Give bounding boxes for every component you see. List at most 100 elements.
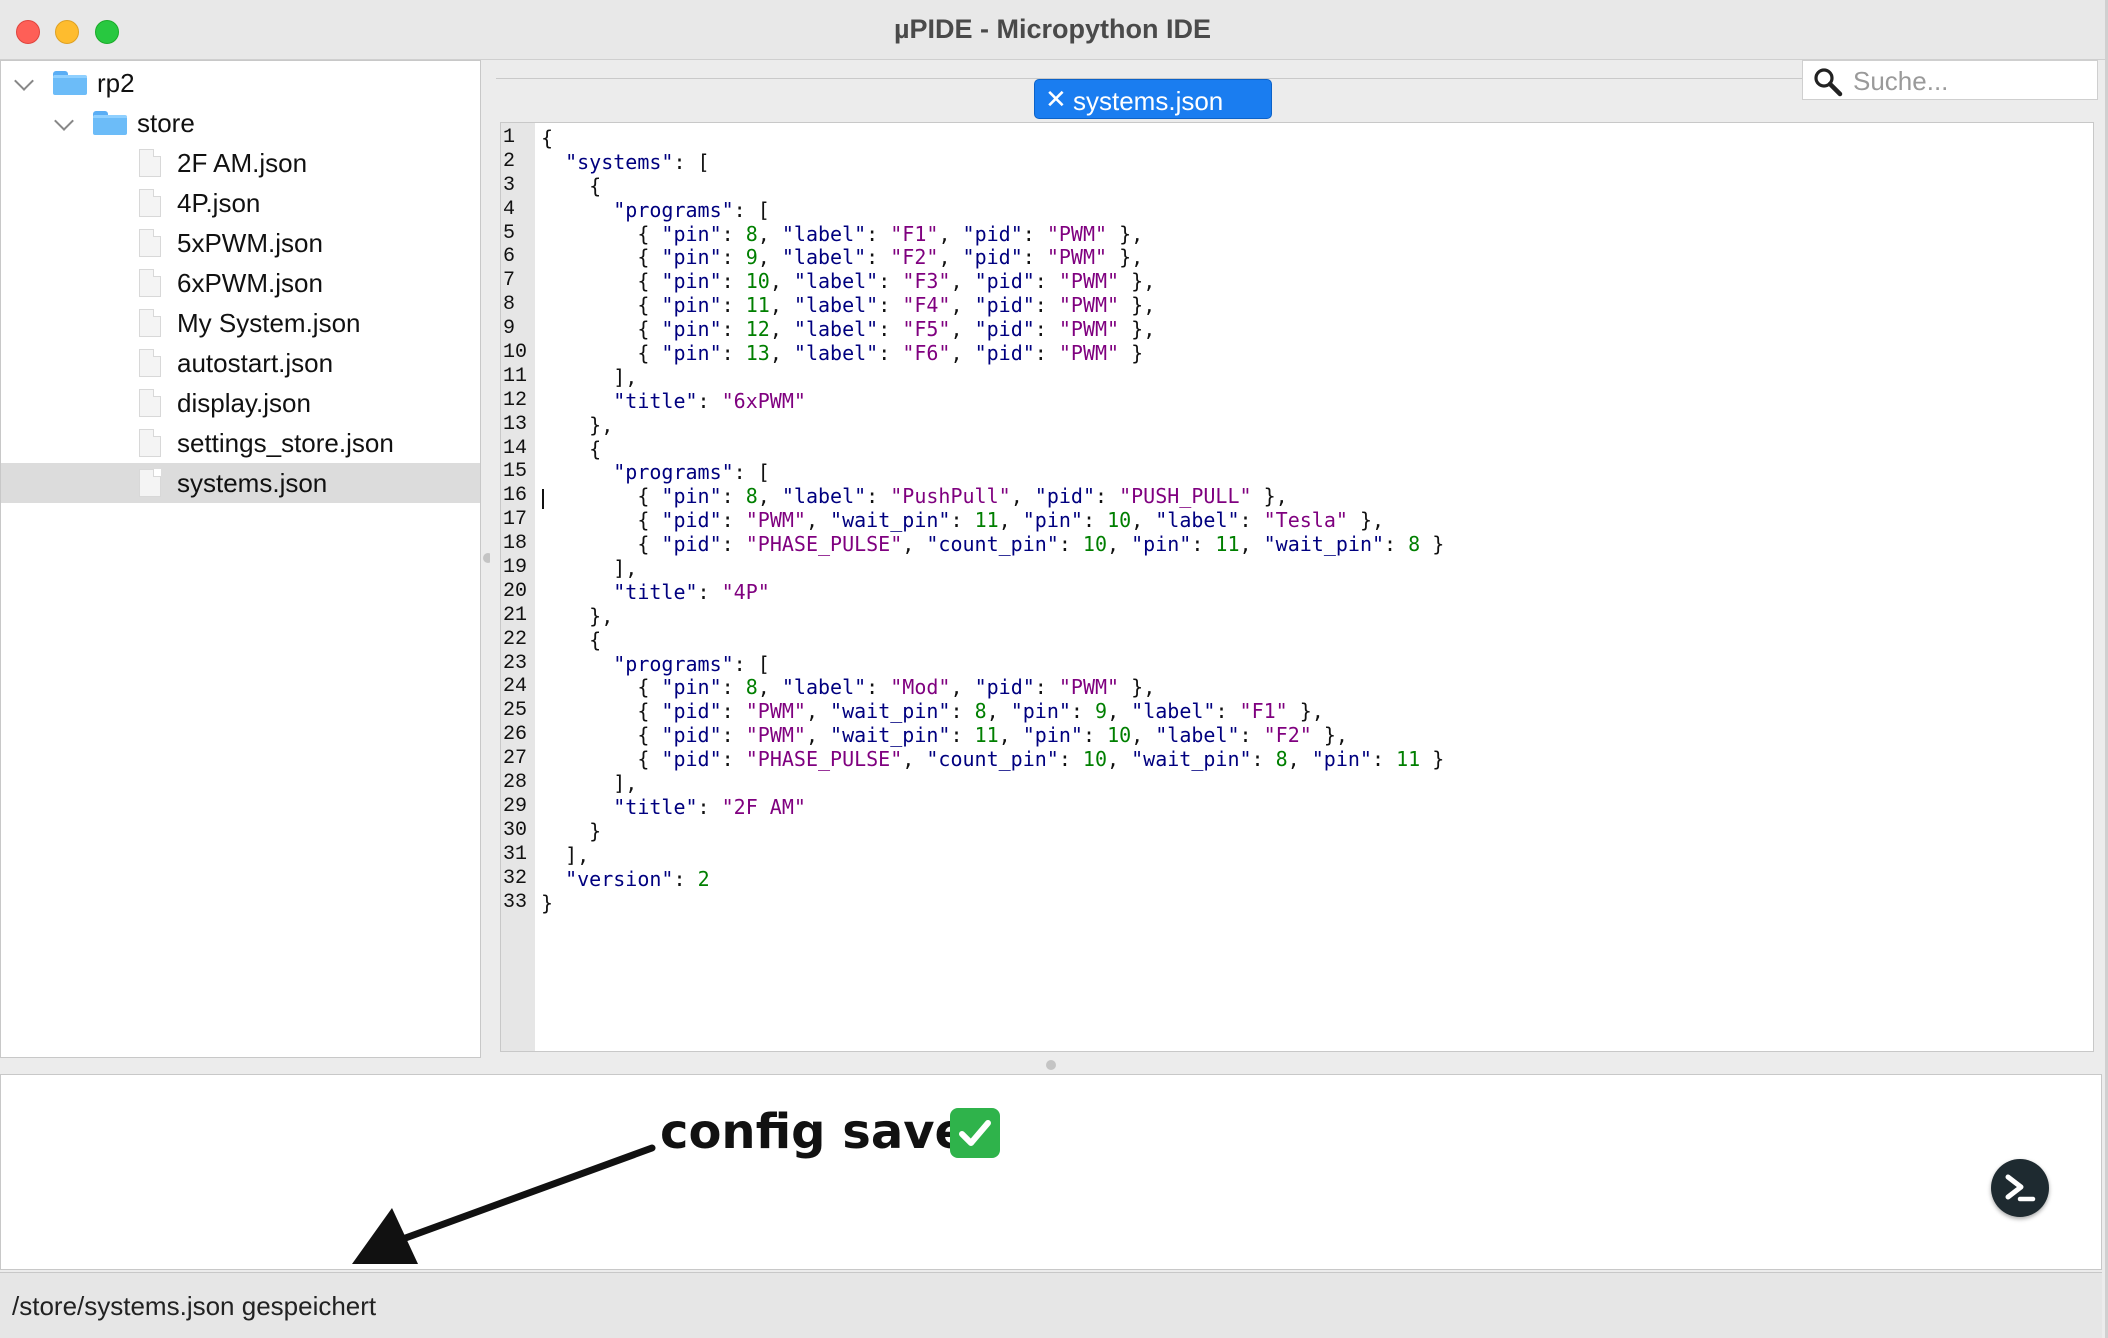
tree-folder-label: rp2	[97, 68, 135, 98]
close-icon[interactable]: ✕	[1045, 86, 1067, 112]
terminal-button[interactable]	[1991, 1159, 2049, 1217]
line-number: 16	[503, 484, 528, 508]
chevron-down-icon[interactable]	[14, 71, 34, 91]
code-line[interactable]: { "pid": "PHASE_PULSE", "count_pin": 10,…	[541, 529, 1444, 556]
file-icon	[139, 149, 161, 177]
tree-file-item[interactable]: My System.json	[1, 303, 480, 343]
code-line[interactable]: { "pin": 13, "label": "F6", "pid": "PWM"…	[541, 338, 1444, 365]
code-line[interactable]: }	[541, 888, 1444, 915]
tree-file-item[interactable]: display.json	[1, 383, 480, 423]
code-line[interactable]: { "pid": "PWM", "wait_pin": 8, "pin": 9,…	[541, 696, 1444, 723]
tree-file-item[interactable]: 5xPWM.json	[1, 223, 480, 263]
search-icon	[1814, 68, 1843, 97]
code-line[interactable]: { "pid": "PWM", "wait_pin": 11, "pin": 1…	[541, 505, 1444, 532]
line-number: 4	[503, 197, 516, 221]
status-bar: /store/systems.json gespeichert	[0, 1272, 2102, 1338]
tree-file-label: 4P.json	[177, 188, 261, 218]
code-line[interactable]: "version": 2	[541, 864, 1444, 891]
line-number: 21	[503, 603, 528, 627]
line-number: 22	[503, 627, 528, 651]
code-line[interactable]: {	[541, 123, 1444, 150]
line-number: 24	[503, 675, 528, 699]
code-line[interactable]: "title": "6xPWM"	[541, 386, 1444, 413]
window-title: µPIDE - Micropython IDE	[893, 14, 1212, 44]
code-line[interactable]: ],	[541, 768, 1444, 795]
code-line[interactable]: ],	[541, 362, 1444, 389]
line-number: 9	[503, 317, 516, 341]
code-line[interactable]: { "pin": 11, "label": "F4", "pid": "PWM"…	[541, 290, 1444, 317]
title-bar: µPIDE - Micropython IDE	[0, 0, 2105, 60]
code-line[interactable]: { "pid": "PWM", "wait_pin": 11, "pin": 1…	[541, 720, 1444, 747]
line-number: 7	[503, 269, 516, 293]
line-number: 10	[503, 341, 528, 365]
tree-folder-rp2[interactable]: rp2	[1, 63, 480, 103]
code-line[interactable]: {	[541, 625, 1444, 652]
code-line[interactable]: "programs": [	[541, 649, 1444, 676]
code-line[interactable]: },	[541, 410, 1444, 437]
code-line[interactable]: "title": "2F AM"	[541, 792, 1444, 819]
status-message: /store/systems.json gespeichert	[12, 1291, 377, 1321]
tab-systems-json[interactable]: ✕ systems.json	[1034, 79, 1272, 119]
line-number: 20	[503, 579, 528, 603]
console-panel[interactable]	[0, 1074, 2102, 1270]
tree-folder-store[interactable]: store	[1, 103, 480, 143]
terminal-icon	[2005, 1174, 2036, 1202]
tree-folder-label: store	[137, 108, 195, 138]
tree-file-item[interactable]: settings_store.json	[1, 423, 480, 463]
file-icon	[139, 349, 161, 377]
code-line[interactable]: "programs": [	[541, 195, 1444, 222]
code-line[interactable]: "programs": [	[541, 457, 1444, 484]
code-line[interactable]: ],	[541, 840, 1444, 867]
file-icon	[139, 469, 161, 497]
annotation-arrow	[352, 1144, 656, 1264]
line-number: 8	[503, 293, 516, 317]
code-line[interactable]: { "pin": 8, "label": "F1", "pid": "PWM" …	[541, 219, 1444, 246]
line-number: 25	[503, 699, 528, 723]
tree-file-label: My System.json	[177, 308, 361, 338]
code-line[interactable]: ],	[541, 553, 1444, 580]
code-line[interactable]: { "pin": 8, "label": "PushPull", "pid": …	[541, 481, 1444, 508]
console-splitter-handle[interactable]	[1046, 1060, 1056, 1070]
line-number: 11	[503, 364, 528, 388]
code-line[interactable]: },	[541, 601, 1444, 628]
code-line[interactable]: "title": "4P"	[541, 577, 1444, 604]
line-number: 5	[503, 221, 516, 245]
file-icon	[139, 429, 161, 457]
tree-file-item-selected[interactable]: systems.json	[1, 463, 480, 503]
code-line[interactable]: { "pin": 10, "label": "F3", "pid": "PWM"…	[541, 266, 1444, 293]
code-line[interactable]: { "pin": 9, "label": "F2", "pid": "PWM" …	[541, 242, 1444, 269]
line-number: 15	[503, 460, 528, 484]
tree-file-label: settings_store.json	[177, 428, 394, 458]
search-input[interactable]	[1853, 65, 2083, 97]
code-line[interactable]: {	[541, 171, 1444, 198]
folder-icon	[53, 71, 87, 95]
search-box	[1802, 60, 2098, 100]
tree-file-item[interactable]: 6xPWM.json	[1, 263, 480, 303]
line-number: 28	[503, 771, 528, 795]
line-number: 33	[503, 890, 528, 914]
code-line[interactable]: "systems": [	[541, 147, 1444, 174]
line-number: 30	[503, 818, 528, 842]
code-line[interactable]: { "pin": 8, "label": "Mod", "pid": "PWM"…	[541, 672, 1444, 699]
tree-file-item[interactable]: 4P.json	[1, 183, 480, 223]
file-tree: rp2 store 2F AM.json 4P.json 5xPWM.json …	[0, 60, 481, 1058]
code-line[interactable]: { "pin": 12, "label": "F5", "pid": "PWM"…	[541, 314, 1444, 341]
file-icon	[139, 269, 161, 297]
line-number: 27	[503, 747, 528, 771]
tree-file-label: 5xPWM.json	[177, 228, 323, 258]
tree-file-item[interactable]: autostart.json	[1, 343, 480, 383]
file-icon	[139, 229, 161, 257]
tree-file-item[interactable]: 2F AM.json	[1, 143, 480, 183]
chevron-down-icon[interactable]	[54, 111, 74, 131]
code-line[interactable]: }	[541, 816, 1444, 843]
code-line[interactable]: {	[541, 434, 1444, 461]
code-line[interactable]: { "pid": "PHASE_PULSE", "count_pin": 10,…	[541, 744, 1444, 771]
line-number: 23	[503, 651, 528, 675]
line-number: 6	[503, 245, 516, 269]
line-number: 32	[503, 866, 528, 890]
code-content[interactable]: { "systems": [ { "programs": [ { "pin": …	[541, 123, 1444, 915]
tree-file-label: systems.json	[177, 468, 328, 498]
code-editor[interactable]: 1 2 3 4 5 6 7 8 9 10 11 12 13 14 15 16 17 18 19 20 21 22 23 24 2…	[500, 122, 2094, 1052]
tree-file-label: 2F AM.json	[177, 148, 308, 178]
line-number: 3	[503, 173, 516, 197]
